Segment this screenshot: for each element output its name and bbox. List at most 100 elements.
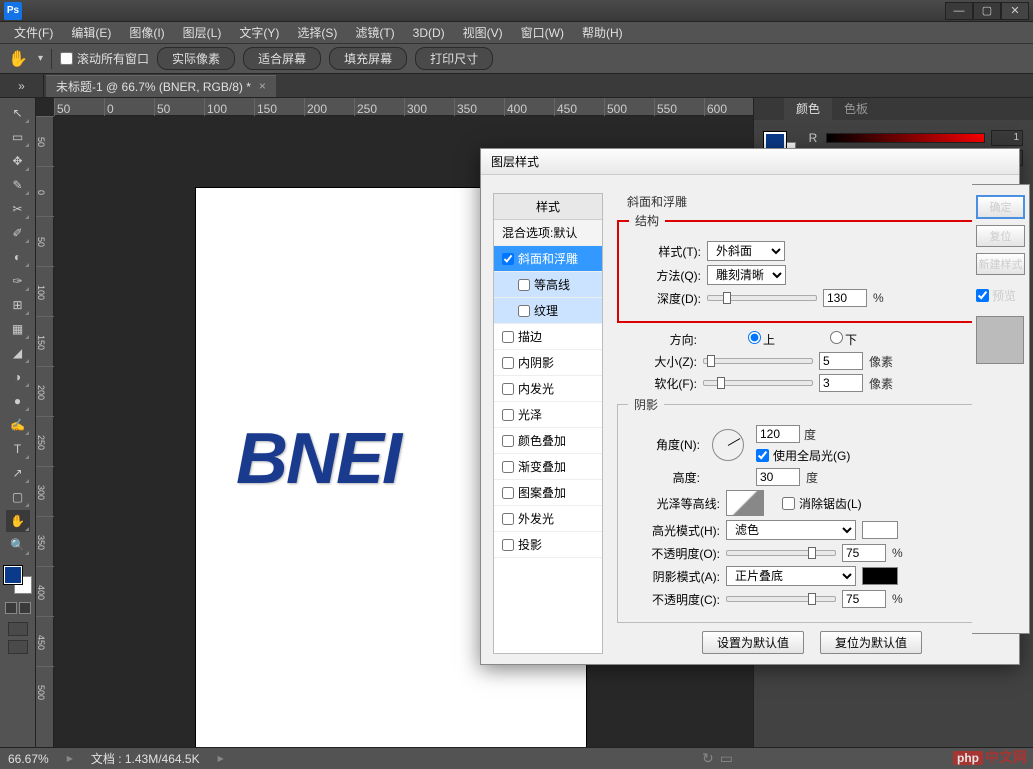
shadow-color-swatch[interactable]: [862, 567, 898, 585]
tool-preset-dropdown[interactable]: ▾: [38, 53, 43, 64]
blending-options-item[interactable]: 混合选项:默认: [494, 220, 602, 246]
effect-checkbox[interactable]: [502, 435, 514, 447]
print-size-button[interactable]: 打印尺寸: [415, 47, 493, 70]
highlight-mode-select[interactable]: 滤色: [726, 520, 856, 540]
effect-item-2[interactable]: 纹理: [494, 298, 602, 324]
angle-dial[interactable]: [712, 429, 744, 461]
zoom-level[interactable]: 66.67%: [8, 752, 49, 766]
r-value[interactable]: 1: [991, 130, 1023, 146]
highlight-color-swatch[interactable]: [862, 521, 898, 539]
shadow-opacity-input[interactable]: [842, 590, 886, 608]
tool-slot-0[interactable]: ↖: [6, 102, 30, 124]
close-button[interactable]: ✕: [1001, 2, 1029, 20]
screen-mode-icon[interactable]: ▭: [720, 750, 733, 767]
menu-item[interactable]: 窗口(W): [513, 22, 572, 43]
effect-checkbox[interactable]: [502, 461, 514, 473]
tool-slot-8[interactable]: ⊞: [6, 294, 30, 316]
menu-item[interactable]: 文字(Y): [231, 22, 287, 43]
styles-header[interactable]: 样式: [494, 194, 602, 220]
effect-item-3[interactable]: 描边: [494, 324, 602, 350]
hand-tool-icon[interactable]: ✋: [6, 47, 30, 71]
tool-slot-16[interactable]: ▢: [6, 486, 30, 508]
document-tab[interactable]: 未标题-1 @ 66.7% (BNER, RGB/8) * ×: [46, 75, 276, 97]
make-default-button[interactable]: 设置为默认值: [702, 631, 804, 654]
highlight-opacity-input[interactable]: [842, 544, 886, 562]
tool-slot-15[interactable]: ↗: [6, 462, 30, 484]
menu-item[interactable]: 选择(S): [289, 22, 345, 43]
depth-input[interactable]: [823, 289, 867, 307]
effect-checkbox[interactable]: [502, 331, 514, 343]
menu-item[interactable]: 编辑(E): [63, 22, 119, 43]
tool-slot-3[interactable]: ✎: [6, 174, 30, 196]
direction-down-radio[interactable]: 下: [785, 331, 857, 348]
ok-button[interactable]: 确定: [976, 195, 1025, 219]
tool-slot-7[interactable]: ✑: [6, 270, 30, 292]
menu-item[interactable]: 视图(V): [455, 22, 511, 43]
direction-up-radio[interactable]: 上: [703, 331, 775, 348]
effect-checkbox[interactable]: [502, 513, 514, 525]
new-style-button[interactable]: 新建样式: [976, 253, 1025, 275]
tool-slot-18[interactable]: 🔍: [6, 534, 30, 556]
angle-input[interactable]: [756, 425, 800, 443]
reset-default-button[interactable]: 复位为默认值: [820, 631, 922, 654]
tool-slot-14[interactable]: T: [6, 438, 30, 460]
effect-item-9[interactable]: 图案叠加: [494, 480, 602, 506]
scroll-all-windows-checkbox[interactable]: 滚动所有窗口: [60, 50, 149, 67]
effect-checkbox[interactable]: [502, 539, 514, 551]
menu-item[interactable]: 图像(I): [121, 22, 172, 43]
tool-slot-17[interactable]: ✋: [6, 510, 30, 532]
effect-checkbox[interactable]: [502, 383, 514, 395]
gloss-contour-picker[interactable]: [726, 490, 764, 516]
zoom-menu-icon[interactable]: ▶: [67, 754, 73, 763]
soften-slider[interactable]: [703, 380, 813, 386]
menu-item[interactable]: 3D(D): [405, 24, 453, 42]
effect-checkbox[interactable]: [502, 253, 514, 265]
tab-close-icon[interactable]: ×: [259, 79, 266, 93]
tool-slot-4[interactable]: ✂: [6, 198, 30, 220]
effect-item-11[interactable]: 投影: [494, 532, 602, 558]
depth-slider[interactable]: [707, 295, 817, 301]
size-slider[interactable]: [703, 358, 813, 364]
swatches-panel-tab[interactable]: 色板: [832, 98, 880, 120]
menu-item[interactable]: 帮助(H): [574, 22, 631, 43]
menu-item[interactable]: 图层(L): [175, 22, 230, 43]
size-input[interactable]: [819, 352, 863, 370]
effect-item-8[interactable]: 渐变叠加: [494, 454, 602, 480]
effect-checkbox[interactable]: [502, 409, 514, 421]
sync-icon[interactable]: ↻: [702, 750, 714, 767]
effect-item-6[interactable]: 光泽: [494, 402, 602, 428]
maximize-button[interactable]: ▢: [973, 2, 1001, 20]
menu-item[interactable]: 文件(F): [6, 22, 61, 43]
effect-checkbox[interactable]: [518, 305, 530, 317]
effect-item-5[interactable]: 内发光: [494, 376, 602, 402]
tool-slot-6[interactable]: ◐: [6, 246, 30, 268]
tool-slot-11[interactable]: ◑: [6, 366, 30, 388]
effect-item-1[interactable]: 等高线: [494, 272, 602, 298]
anti-alias-checkbox[interactable]: 消除锯齿(L): [782, 495, 862, 512]
use-global-light-checkbox[interactable]: 使用全局光(G): [756, 447, 850, 464]
effect-checkbox[interactable]: [502, 487, 514, 499]
tool-slot-1[interactable]: ▭: [6, 126, 30, 148]
effect-item-10[interactable]: 外发光: [494, 506, 602, 532]
cancel-button[interactable]: 复位: [976, 225, 1025, 247]
style-select[interactable]: 外斜面: [707, 241, 785, 261]
fg-bg-swatches[interactable]: [4, 566, 32, 594]
tool-slot-12[interactable]: ●: [6, 390, 30, 412]
effect-item-4[interactable]: 内阴影: [494, 350, 602, 376]
soften-input[interactable]: [819, 374, 863, 392]
fit-screen-button[interactable]: 适合屏幕: [243, 47, 321, 70]
color-panel-tab[interactable]: 颜色: [784, 98, 832, 120]
minimize-button[interactable]: —: [945, 2, 973, 20]
shadow-opacity-slider[interactable]: [726, 596, 836, 602]
quickmask-toggle[interactable]: [5, 602, 31, 614]
shadow-mode-select[interactable]: 正片叠底: [726, 566, 856, 586]
tab-toggle-icon[interactable]: »: [0, 74, 44, 98]
tool-slot-13[interactable]: ✍: [6, 414, 30, 436]
tool-slot-10[interactable]: ◢: [6, 342, 30, 364]
effect-checkbox[interactable]: [518, 279, 530, 291]
tool-slot-9[interactable]: ▦: [6, 318, 30, 340]
actual-pixels-button[interactable]: 实际像素: [157, 47, 235, 70]
info-menu-icon[interactable]: ▶: [218, 754, 224, 763]
altitude-input[interactable]: [756, 468, 800, 486]
menu-item[interactable]: 滤镜(T): [347, 22, 402, 43]
